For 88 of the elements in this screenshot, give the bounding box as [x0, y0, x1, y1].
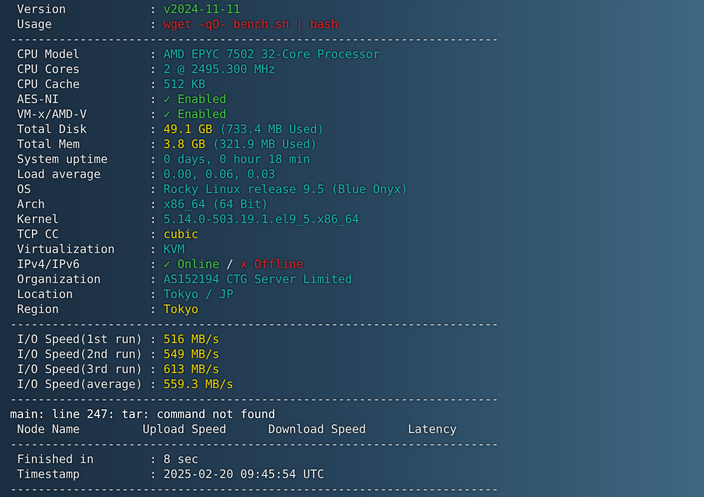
field-label: Version — [16, 2, 67, 17]
field-label: Virtualization — [16, 242, 116, 257]
colon: : — [150, 377, 157, 392]
field-label: Usage — [16, 17, 53, 32]
field-label: CPU Cores — [16, 62, 81, 77]
field-value: 2025-02-20 09:45:54 UTC — [164, 467, 324, 482]
colon: : — [150, 452, 157, 467]
field-value: 516 MB/s — [164, 332, 220, 347]
colon: : — [150, 302, 157, 317]
colon: : — [150, 92, 157, 107]
colon: : — [150, 272, 157, 287]
field-value: 0.00, 0.06, 0.03 — [164, 167, 276, 182]
colon: : — [150, 152, 157, 167]
field-label: Total Disk — [16, 122, 88, 137]
field-value: 5.14.0-503.19.1.el9_5.x86_64 — [164, 212, 359, 227]
field-value: 2 @ 2495.300 MHz — [164, 62, 276, 77]
field-label: Total Mem — [16, 137, 81, 152]
field-value: ✓ Online / ✗ Offline — [164, 257, 304, 272]
colon: : — [150, 182, 157, 197]
colon: : — [150, 2, 157, 17]
field-value: 0 days, 0 hour 18 min — [164, 152, 310, 167]
field-label: I/O Speed(3rd run) — [16, 362, 144, 377]
colon: : — [150, 227, 157, 242]
colon: : — [150, 347, 157, 362]
field-label: System uptime — [16, 152, 109, 167]
colon: : — [150, 62, 157, 77]
colon: : — [150, 197, 157, 212]
field-value: 3.8 GB (321.9 MB Used) — [164, 137, 318, 152]
field-value: 49.1 GB (733.4 MB Used) — [164, 122, 324, 137]
field-label: CPU Model — [16, 47, 81, 62]
dashed-separator: ---------------------------------------------------------------------- — [10, 317, 499, 332]
field-value: 613 MB/s — [164, 362, 220, 377]
dashed-separator: ---------------------------------------------------------------------- — [10, 437, 499, 452]
field-value: AMD EPYC 7502 32-Core Processor — [164, 47, 380, 62]
colon: : — [150, 167, 157, 182]
column-heading: Download Speed — [268, 422, 366, 436]
colon: : — [150, 287, 157, 302]
field-value: ✓ Enabled — [164, 92, 226, 107]
field-value: Rocky Linux release 9.5 (Blue Onyx) — [164, 182, 408, 197]
field-label: Arch — [16, 197, 46, 212]
field-label: Finished in — [16, 452, 95, 467]
field-label: Location — [16, 287, 74, 302]
field-value: AS152194 CTG Server Limited — [164, 272, 352, 287]
colon: : — [150, 242, 157, 257]
field-value: v2024-11-11 — [164, 2, 240, 17]
colon: : — [150, 332, 157, 347]
colon: : — [150, 137, 157, 152]
field-value: KVM — [164, 242, 184, 257]
dashed-separator: ---------------------------------------------------------------------- — [10, 482, 499, 497]
field-value: 559.3 MB/s — [164, 377, 234, 392]
colon: : — [150, 257, 157, 272]
field-value: 512 KB — [164, 77, 206, 92]
colon: : — [150, 362, 157, 377]
field-label: Kernel — [16, 212, 60, 227]
field-value: 8 sec — [164, 452, 198, 467]
field-label: IPv4/IPv6 — [16, 257, 81, 272]
field-value: wget -qO- bench.sh | bash — [164, 17, 338, 32]
colon: : — [150, 122, 157, 137]
colon: : — [150, 47, 157, 62]
colon: : — [150, 107, 157, 122]
column-heading: Upload Speed — [142, 422, 226, 436]
field-value: Tokyo — [164, 302, 198, 317]
field-label: I/O Speed(average) — [16, 377, 144, 392]
dashed-separator: ---------------------------------------------------------------------- — [10, 32, 499, 47]
field-label: Organization — [16, 272, 102, 287]
field-label: Timestamp — [16, 467, 81, 482]
dashed-separator: ---------------------------------------------------------------------- — [10, 392, 499, 407]
field-value: ✓ Enabled — [164, 107, 226, 122]
field-label: OS — [16, 182, 32, 197]
field-value: Tokyo / JP — [164, 287, 234, 302]
field-value: x86_64 (64 Bit) — [164, 197, 268, 212]
colon: : — [150, 212, 157, 227]
column-heading: Latency — [408, 422, 457, 436]
colon: : — [150, 77, 157, 92]
field-label: Region — [16, 302, 60, 317]
field-label: I/O Speed(2nd run) — [16, 347, 144, 362]
colon: : — [150, 467, 157, 482]
field-label: CPU Cache — [16, 77, 81, 92]
field-label: Load average — [16, 167, 102, 182]
column-heading: Node Name — [16, 422, 80, 436]
error-message: main: line 247: tar: command not found — [10, 407, 276, 422]
field-value: cubic — [164, 227, 198, 242]
field-label: VM-x/AMD-V — [16, 107, 88, 122]
field-label: TCP CC — [16, 227, 60, 242]
colon: : — [150, 17, 157, 32]
field-label: AES-NI — [16, 92, 60, 107]
field-value: 549 MB/s — [164, 347, 220, 362]
field-label: I/O Speed(1st run) — [16, 332, 144, 347]
